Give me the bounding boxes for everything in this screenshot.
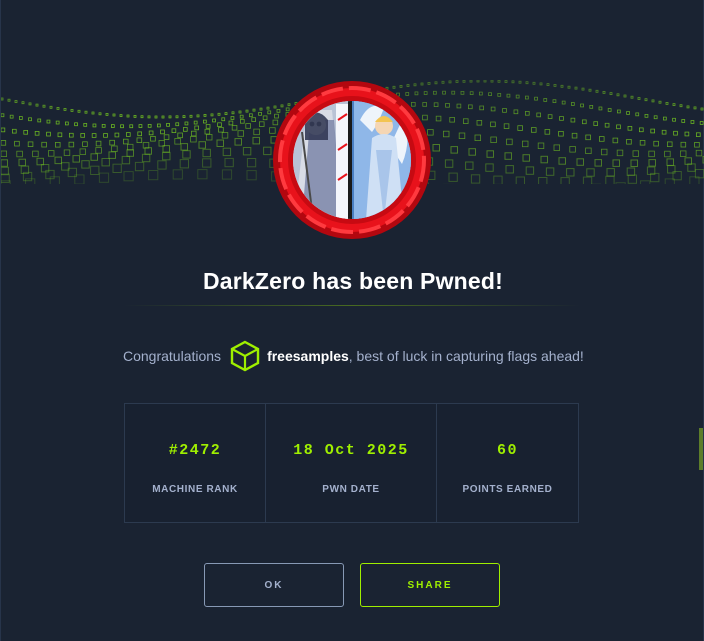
congrats-prefix: Congratulations — [123, 348, 222, 364]
stat-label: MACHINE RANK — [152, 484, 238, 495]
stat-pwn-date: 18 Oct 2025 PWN DATE — [265, 404, 436, 522]
stats-panel: #2472 MACHINE RANK 18 Oct 2025 PWN DATE … — [124, 403, 579, 523]
stat-machine-rank: #2472 MACHINE RANK — [125, 404, 265, 522]
stat-points-earned: 60 POINTS EARNED — [436, 404, 578, 522]
modal-title: DarkZero has been Pwned! — [202, 268, 504, 294]
machine-avatar-icon — [273, 81, 431, 239]
stat-label: POINTS EARNED — [462, 484, 553, 495]
title-divider — [123, 305, 581, 306]
username-link[interactable]: freesamples — [267, 348, 349, 364]
stat-value: 18 Oct 2025 — [293, 442, 409, 459]
machine-avatar — [272, 80, 432, 240]
share-button[interactable]: SHARE — [360, 563, 500, 607]
congrats-suffix: , best of luck in capturing flags ahead! — [348, 348, 584, 364]
congrats-message: Congratulations freesamples , best of lu… — [123, 338, 584, 374]
pwned-modal: DarkZero has been Pwned! Congratulations… — [0, 0, 704, 641]
hexagon-cube-icon — [230, 340, 260, 372]
ok-button[interactable]: OK — [204, 563, 344, 607]
stat-label: PWN DATE — [322, 484, 380, 495]
stat-value: 60 — [496, 442, 518, 459]
stat-value: #2472 — [168, 442, 222, 459]
background-tab — [699, 428, 703, 470]
